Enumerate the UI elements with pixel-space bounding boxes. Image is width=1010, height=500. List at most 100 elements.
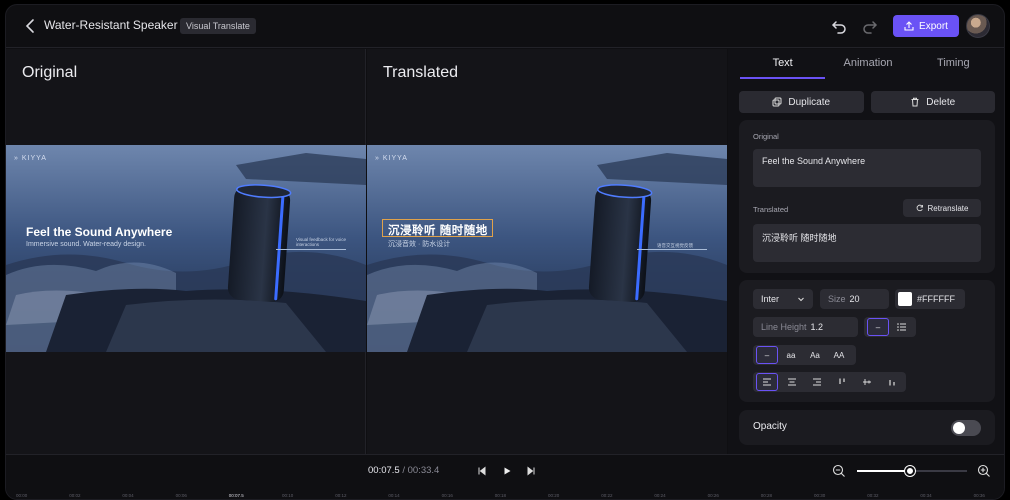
- case-lower-button[interactable]: aa: [780, 346, 802, 364]
- line-height-input[interactable]: Line Height 1.2: [753, 317, 858, 337]
- opacity-label: Opacity: [753, 421, 787, 432]
- timeline-tick: 00:12: [335, 493, 347, 498]
- tab-animation[interactable]: Animation: [825, 49, 910, 79]
- timeline-tick: 00:28: [760, 493, 773, 498]
- brand-logo: » KIYYA: [14, 155, 47, 162]
- timeline-tick: 00:00: [16, 493, 28, 498]
- retranslate-label: Retranslate: [927, 203, 969, 213]
- delete-label: Delete: [926, 96, 956, 108]
- timecode: 00:07.5 / 00:33.4: [368, 465, 439, 476]
- duplicate-label: Duplicate: [788, 96, 831, 108]
- text-edit-card: Original Feel the Sound Anywhere Transla…: [739, 120, 995, 273]
- color-swatch[interactable]: [898, 292, 912, 306]
- refresh-icon: [916, 204, 923, 212]
- callout-line: [637, 249, 707, 250]
- align-middle-icon[interactable]: [856, 373, 878, 391]
- timeline-tick: 00:22: [601, 493, 613, 498]
- project-title: Water-Resistant Speaker Ad: [44, 18, 195, 32]
- zoom-slider-knob[interactable]: [905, 466, 915, 476]
- timeline-tick: 00:18: [494, 493, 507, 498]
- export-button[interactable]: Export: [893, 15, 959, 37]
- scene-subline[interactable]: Immersive sound. Water-ready design.: [26, 241, 146, 248]
- size-input[interactable]: Size 20: [820, 289, 889, 309]
- original-video-frame[interactable]: » KIYYA Feel the Sound Anywhere Immersiv…: [6, 145, 366, 352]
- zoom-out-icon[interactable]: [832, 464, 846, 478]
- skip-forward-icon[interactable]: [526, 466, 536, 476]
- duplicate-button[interactable]: Duplicate: [739, 91, 864, 113]
- timeline-tick: 00:04: [122, 493, 134, 498]
- color-value: #FFFFFF: [917, 294, 955, 304]
- timeline-tick: 00:10: [282, 493, 294, 498]
- original-pane-title: Original: [22, 64, 78, 81]
- translated-pane-title: Translated: [383, 64, 458, 81]
- undo-icon[interactable]: [830, 17, 848, 35]
- playback-bar: 00:07.5 / 00:33.4 00:00 00:02 00:04 00:06 00…: [6, 454, 1004, 499]
- current-time: 00:07.5: [368, 465, 400, 476]
- opacity-toggle[interactable]: [951, 420, 981, 436]
- top-bar: Water-Resistant Speaker Ad Visual Transl…: [6, 5, 1004, 48]
- timeline-tick: 00:32: [867, 493, 879, 498]
- app-window: Water-Resistant Speaker Ad Visual Transl…: [5, 4, 1005, 500]
- translated-text-field[interactable]: 沉浸聆听 随时随地: [753, 224, 981, 262]
- case-title-button[interactable]: Aa: [804, 346, 826, 364]
- mode-tag: Visual Translate: [180, 18, 256, 34]
- font-select[interactable]: Inter: [753, 289, 813, 309]
- align-right-icon[interactable]: [806, 373, 828, 391]
- original-text-field[interactable]: Feel the Sound Anywhere: [753, 149, 981, 187]
- scene-subline-translated[interactable]: 沉浸音效 · 防水设计: [388, 239, 450, 249]
- typography-card: Inter Size 20 #FFFFFF Line Height 1.2 – …: [739, 280, 995, 402]
- callout-line: [276, 249, 346, 250]
- delete-button[interactable]: Delete: [870, 91, 995, 113]
- original-label: Original: [753, 132, 779, 141]
- skip-back-icon[interactable]: [477, 466, 487, 476]
- size-value: 20: [849, 294, 860, 304]
- scene-callout[interactable]: Visual feedback for voice interactions: [296, 237, 346, 247]
- properties-panel: Text Animation Timing Duplicate Delete O…: [728, 49, 1004, 454]
- line-height-label: Line Height: [761, 322, 807, 332]
- back-arrow-icon[interactable]: [22, 17, 40, 35]
- font-value: Inter: [761, 294, 780, 304]
- redo-icon[interactable]: [861, 17, 879, 35]
- chevron-down-icon: [798, 297, 804, 302]
- case-upper-button[interactable]: AA: [828, 346, 850, 364]
- timeline-tick: 00:14: [388, 493, 400, 498]
- case-none-button[interactable]: –: [756, 346, 778, 364]
- tab-timing[interactable]: Timing: [911, 49, 996, 79]
- timeline-tick: 00:07.5: [228, 493, 244, 498]
- timeline-tick: 00:26: [707, 493, 719, 498]
- zoom-fill: [857, 470, 910, 472]
- size-label: Size: [828, 294, 846, 304]
- align-top-icon[interactable]: [831, 373, 853, 391]
- action-row: Duplicate Delete: [739, 91, 995, 113]
- list-none-button[interactable]: –: [867, 318, 889, 336]
- translated-label: Translated: [753, 205, 789, 214]
- total-time: / 00:33.4: [402, 465, 440, 476]
- copy-icon: [772, 97, 782, 107]
- timeline-tick: 00:20: [548, 493, 560, 498]
- avatar[interactable]: [966, 14, 990, 38]
- scene-callout-translated[interactable]: 语音交互视觉反馈: [657, 243, 707, 248]
- timeline-tick: 00:36: [973, 493, 985, 498]
- scene-headline[interactable]: Feel the Sound Anywhere: [26, 225, 172, 239]
- trash-icon: [911, 97, 919, 107]
- align-left-icon[interactable]: [756, 373, 778, 391]
- timeline-tick: 00:24: [654, 493, 666, 498]
- timeline-tick: 00:16: [441, 493, 453, 498]
- original-pane: Original » KIYYA Feel the Sound Anywhere…: [6, 49, 366, 454]
- timeline-ruler[interactable]: 00:00 00:02 00:04 00:06 00:07.5 00:10 00:12 00:…: [6, 490, 1004, 499]
- brand-logo: » KIYYA: [375, 155, 408, 162]
- play-icon[interactable]: [502, 466, 512, 476]
- timeline-tick: 00:06: [175, 493, 187, 498]
- tab-text[interactable]: Text: [740, 49, 826, 79]
- zoom-in-icon[interactable]: [977, 464, 991, 478]
- bullet-list-icon[interactable]: [891, 318, 913, 336]
- align-bottom-icon[interactable]: [881, 373, 903, 391]
- align-center-icon[interactable]: [781, 373, 803, 391]
- color-input[interactable]: #FFFFFF: [895, 289, 965, 309]
- upload-icon: [904, 21, 914, 31]
- scene-headline-translated[interactable]: 沉浸聆听 随时随地: [388, 222, 488, 238]
- translated-video-frame[interactable]: » KIYYA 沉浸聆听 随时随地 沉浸音效 · 防水设计 语音交互视觉反馈: [367, 145, 727, 352]
- timeline-tick: 00:02: [69, 493, 81, 498]
- line-height-value: 1.2: [810, 322, 824, 332]
- retranslate-button[interactable]: Retranslate: [903, 199, 981, 217]
